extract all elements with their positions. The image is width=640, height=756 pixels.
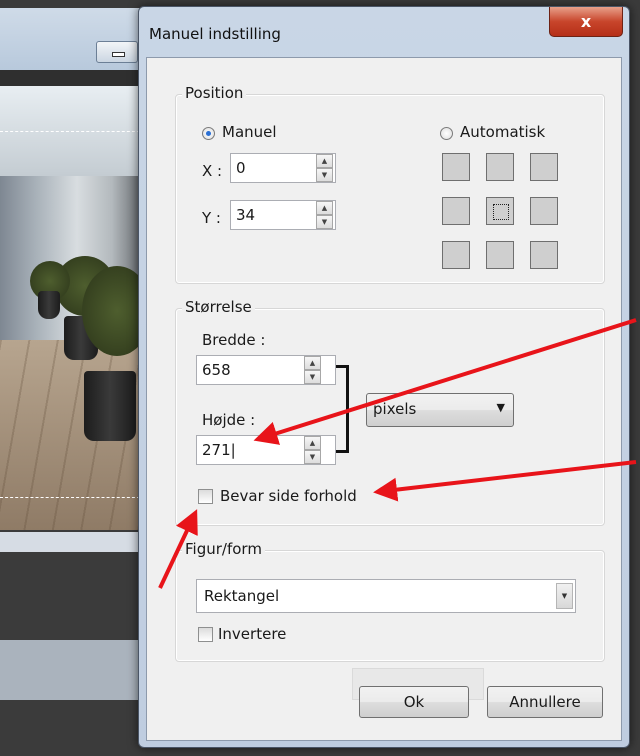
close-button[interactable]: x xyxy=(549,7,623,37)
position-group-label: Position xyxy=(182,84,247,102)
width-label: Bredde : xyxy=(202,331,266,349)
chevron-down-icon: ▼ xyxy=(496,401,505,414)
chevron-down-icon: ▼ xyxy=(321,218,328,226)
crop-bottom-line xyxy=(0,497,140,498)
height-label: Højde : xyxy=(202,411,256,429)
anchor-bottom-right[interactable] xyxy=(530,241,558,269)
shape-combobox[interactable]: Rektangel ▼ xyxy=(196,579,576,613)
shape-group: Figur/form Rektangel ▼ Invertere xyxy=(175,540,605,662)
width-spin-down[interactable]: ▼ xyxy=(304,370,321,384)
anchor-center[interactable] xyxy=(486,197,514,225)
dialog-title: Manuel indstilling xyxy=(149,25,281,43)
x-spinner[interactable]: ▲ ▼ xyxy=(316,153,333,183)
invert-checkbox[interactable] xyxy=(198,627,213,642)
chevron-up-icon: ▲ xyxy=(309,439,316,447)
shape-group-label: Figur/form xyxy=(182,540,265,558)
keep-aspect-label[interactable]: Bevar side forhold xyxy=(220,487,357,505)
invert-label[interactable]: Invertere xyxy=(218,625,286,643)
manual-radio-label[interactable]: Manuel xyxy=(222,123,277,141)
height-spin-down[interactable]: ▼ xyxy=(304,450,321,464)
height-spinner[interactable]: ▲ ▼ xyxy=(304,435,321,465)
chevron-down-icon: ▼ xyxy=(309,373,316,381)
x-spin-down[interactable]: ▼ xyxy=(316,168,333,182)
unit-dropdown[interactable]: pixels ▼ xyxy=(366,393,514,427)
ok-button[interactable]: Ok xyxy=(359,686,469,718)
width-spinner[interactable]: ▲ ▼ xyxy=(304,355,321,385)
automatic-radio[interactable] xyxy=(440,127,453,140)
anchor-bottom-left[interactable] xyxy=(442,241,470,269)
y-spin-down[interactable]: ▼ xyxy=(316,215,333,229)
size-group-label: Størrelse xyxy=(182,298,255,316)
chevron-up-icon: ▲ xyxy=(309,359,316,367)
background-panel xyxy=(0,640,150,700)
automatic-radio-label[interactable]: Automatisk xyxy=(460,123,545,141)
x-label: X : xyxy=(202,162,223,180)
y-label: Y : xyxy=(202,209,221,227)
x-spin-up[interactable]: ▲ xyxy=(316,154,333,168)
size-group: Størrelse Bredde : 658 ▲ ▼ Højde : 271| … xyxy=(175,298,605,526)
shape-combobox-value: Rektangel xyxy=(204,587,280,605)
shape-combobox-arrow[interactable]: ▼ xyxy=(556,583,573,609)
chevron-down-icon: ▼ xyxy=(321,171,328,179)
chevron-up-icon: ▲ xyxy=(321,204,328,212)
anchor-middle-left[interactable] xyxy=(442,197,470,225)
background-photo xyxy=(0,86,140,530)
anchor-middle-right[interactable] xyxy=(530,197,558,225)
background-minimize-button[interactable] xyxy=(96,41,138,63)
chevron-up-icon: ▲ xyxy=(321,157,328,165)
anchor-top-center[interactable] xyxy=(486,153,514,181)
keep-aspect-checkbox[interactable] xyxy=(198,489,213,504)
anchor-bottom-center[interactable] xyxy=(486,241,514,269)
background-strip xyxy=(0,532,150,552)
position-group: Position Manuel Automatisk X : 0 ▲ ▼ Y :… xyxy=(175,84,605,284)
y-spinner[interactable]: ▲ ▼ xyxy=(316,200,333,230)
y-spin-up[interactable]: ▲ xyxy=(316,201,333,215)
manual-settings-dialog: Manuel indstilling x Position Manuel Aut… xyxy=(138,6,630,748)
unit-dropdown-value: pixels xyxy=(373,400,417,418)
background-toolbar xyxy=(0,70,150,86)
dialog-client-area: Position Manuel Automatisk X : 0 ▲ ▼ Y :… xyxy=(146,57,622,741)
manual-radio[interactable] xyxy=(202,127,215,140)
crop-top-line xyxy=(0,131,140,132)
close-icon: x xyxy=(580,12,592,31)
anchor-top-left[interactable] xyxy=(442,153,470,181)
chevron-down-icon: ▼ xyxy=(561,592,568,600)
width-spin-up[interactable]: ▲ xyxy=(304,356,321,370)
chevron-down-icon: ▼ xyxy=(309,453,316,461)
aspect-link-bracket xyxy=(336,365,349,453)
cancel-button[interactable]: Annullere xyxy=(487,686,603,718)
height-spin-up[interactable]: ▲ xyxy=(304,436,321,450)
anchor-top-right[interactable] xyxy=(530,153,558,181)
